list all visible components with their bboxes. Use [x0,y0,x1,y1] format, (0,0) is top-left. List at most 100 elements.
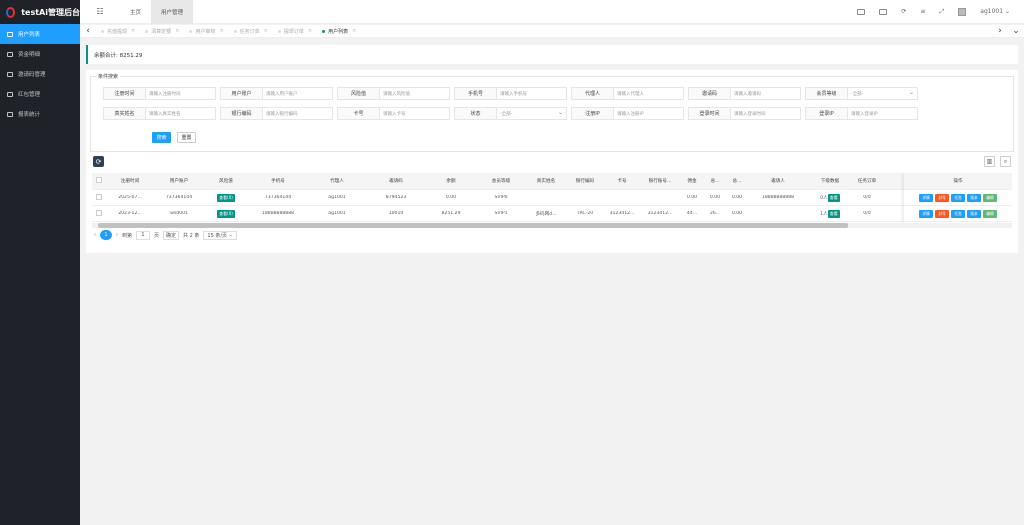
page-tab[interactable]: 任务订单 × [229,25,273,38]
login-time-input[interactable]: 请输入登录时间 [731,107,801,120]
table-header-cell[interactable]: 邀请人 [748,178,808,184]
edit-button[interactable]: 编辑 [983,209,997,218]
sidebar-item-reports[interactable]: 报表统计 [0,104,80,124]
next-page-button[interactable]: › [116,232,118,238]
goto-confirm-button[interactable]: 确定 [163,230,180,240]
chevron-down-icon[interactable]: ⌄ [1008,26,1024,36]
chevron-right-icon[interactable]: › [992,26,1008,36]
search-button[interactable]: 搜索 [152,132,171,143]
task-button[interactable]: 任务 [951,209,965,218]
table-header-cell[interactable]: 风险值 [204,178,248,184]
horizontal-scrollbar[interactable] [92,223,1012,228]
close-icon[interactable]: × [175,28,179,34]
bank-code-input[interactable]: 请输入银行编码 [263,107,333,120]
table-cell: 查看(0) [204,193,248,202]
sidebar-item-fund-details[interactable]: 资金明细 [0,44,80,64]
sub-view-button[interactable]: 查看 [827,193,840,202]
reg-ip-input[interactable]: 请输入注册IP [614,107,684,120]
table-row[interactable]: 2025-07... 737364144 查看(0) 737364144 ag1… [92,190,1012,206]
fullscreen-icon[interactable]: ⤢ [939,8,944,16]
menu-toggle-icon[interactable]: ☷ [80,7,120,16]
chart-icon[interactable] [857,8,866,15]
page-tab[interactable]: 用户审核 × [184,25,228,38]
avatar[interactable] [958,7,967,16]
select-all-checkbox[interactable] [92,177,106,185]
card-number-input[interactable]: 请输入卡号 [380,107,450,120]
table-header-cell[interactable]: 总... [704,178,726,184]
prev-page-button[interactable]: ‹ [94,232,96,238]
table-cell: 0人 查看 [808,193,852,202]
risk-input[interactable]: 请输入风险值 [380,87,450,100]
ban-button[interactable]: 封号 [935,209,949,218]
ledger-button[interactable]: 账本 [967,209,981,218]
login-ip-input[interactable]: 请输入登录IP [848,107,918,120]
scrollbar-thumb[interactable] [98,223,848,228]
close-icon[interactable]: × [131,28,135,34]
close-icon[interactable]: × [264,28,268,34]
sub-view-button[interactable]: 查看 [827,209,840,218]
member-level-select[interactable]: -全部- [848,87,918,100]
phone-input[interactable]: 请输入手机号 [497,87,567,100]
account-input[interactable]: 请输入用户账户 [263,87,333,100]
risk-view-button[interactable]: 查看(0) [217,193,235,202]
reg-time-input[interactable]: 请输入注册时间 [146,87,216,100]
sidebar-item-invite-codes[interactable]: 邀请码管理 [0,64,80,84]
table-header-cell[interactable]: 银行账号... [640,178,680,184]
field-label: 用户账户 [220,87,263,100]
table-header-cell[interactable]: 余额 [426,178,476,184]
table-header-cell[interactable]: 真实姓名 [526,178,566,184]
table-row[interactable]: 2023-12... wsd001 查看(0) 18888888888 ag10… [92,206,1012,222]
task-button[interactable]: 任务 [951,193,965,202]
status-select[interactable]: -全部- [497,107,567,120]
message-icon[interactable] [879,8,888,15]
table-header-cell[interactable]: 下级数据 [808,178,852,184]
close-icon[interactable]: × [352,28,356,34]
real-name-input[interactable]: 请输入真实姓名 [146,107,216,120]
header-tab-user-management[interactable]: 用户管理 [151,0,194,24]
table-header-cell[interactable]: 佣金 [680,178,704,184]
page-tab[interactable]: 提现订单 × [273,25,317,38]
agent-input[interactable]: 请输入代理人 [614,87,684,100]
row-checkbox[interactable] [92,193,106,202]
page-tab-active[interactable]: 用户列表 × [317,25,361,38]
refresh-table-icon[interactable]: ⟳ [93,156,104,167]
reset-button[interactable]: 重置 [177,132,196,143]
table-header-cell[interactable]: 用户账户 [154,178,204,184]
table-header-cell[interactable]: 卡号 [604,178,640,184]
close-icon[interactable]: × [308,28,312,34]
risk-view-button[interactable]: 查看(0) [217,209,235,218]
columns-icon[interactable]: ▥ [984,156,995,167]
page-tab[interactable]: 清算定额 × [140,25,184,38]
close-icon[interactable]: × [219,28,223,34]
detail-button[interactable]: 详情 [919,193,933,202]
menu-icon[interactable]: ≡ [920,8,925,15]
page-number-input[interactable]: 1 [136,230,151,240]
page-size-select[interactable]: 15 条/页 ⌄ [203,230,237,240]
edit-button[interactable]: 编辑 [983,193,997,202]
detail-button[interactable]: 详情 [919,209,933,218]
ledger-button[interactable]: 账本 [967,193,981,202]
table-header-cell[interactable]: 邀请码 [366,178,426,184]
sidebar-item-user-list[interactable]: 用户列表 [0,24,80,44]
dot-icon [145,29,149,33]
table-header-cell[interactable]: 会员等级 [476,178,526,184]
user-menu[interactable]: ag1001 ⌄ [980,8,1010,15]
table-header-cell[interactable]: 总... [726,178,748,184]
page-tab[interactable]: 充值提现 × [96,25,140,38]
header-tab-home[interactable]: 主页 [120,0,151,24]
search-icon[interactable]: ⌕ [1000,156,1011,167]
table-header-cell[interactable]: 代理人 [308,178,366,184]
field-label: 注册时间 [103,87,146,100]
sidebar-item-red-packets[interactable]: 红包管理 [0,84,80,104]
table-header-cell[interactable]: 注册时间 [106,178,154,184]
refresh-icon[interactable]: ⟳ [901,8,906,15]
table-header-cell[interactable]: 手机号 [248,178,308,184]
row-checkbox[interactable] [92,209,106,218]
chevron-left-icon[interactable]: ‹ [80,26,96,36]
table-header-cell[interactable]: 银行编码 [566,178,604,184]
ban-button[interactable]: 封号 [935,193,949,202]
page-button-current[interactable]: 1 [100,230,112,240]
invite-code-input[interactable]: 请输入邀请码 [731,87,801,100]
table-header-cell[interactable]: 任务订单 [852,178,882,184]
list-icon [7,111,13,117]
